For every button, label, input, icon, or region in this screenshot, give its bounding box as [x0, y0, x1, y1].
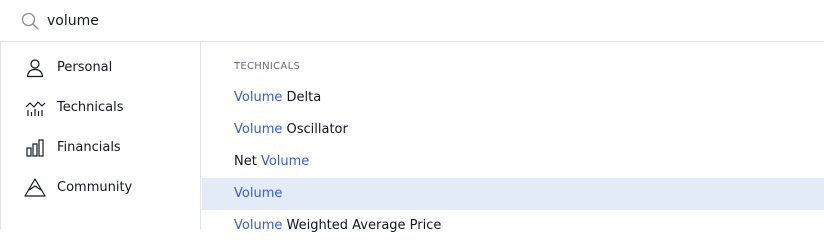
results-panel: TECHNICALS Volume Delta Volume Oscillato…	[202, 42, 824, 233]
result-match: Volume	[234, 90, 283, 105]
result-suffix: Weighted Average Price	[282, 218, 442, 233]
result-suffix: Delta	[282, 90, 322, 105]
community-icon	[24, 178, 46, 197]
bar-chart-icon	[26, 139, 44, 157]
sidebar-item-technicals[interactable]: Technicals	[1, 88, 201, 128]
result-text: Volume Weighted Average Price	[234, 217, 441, 235]
technicals-chart-icon	[25, 101, 46, 116]
result-text: Volume Oscillator	[234, 121, 348, 139]
result-text: Volume Delta	[234, 89, 321, 107]
result-item-selected[interactable]: Volume	[202, 178, 824, 210]
search-icon	[21, 12, 39, 30]
sidebar-item-label: Technicals	[57, 100, 124, 115]
sidebar-item-label: Financials	[57, 140, 121, 155]
sidebar-item-financials[interactable]: Financials	[1, 128, 201, 168]
section-title: TECHNICALS	[234, 61, 301, 72]
sidebar: Personal Technicals Financials Community	[0, 42, 201, 229]
result-item[interactable]: Net Volume	[202, 146, 824, 178]
result-match: Volume	[234, 122, 283, 137]
sidebar-item-label: Personal	[57, 60, 113, 75]
person-icon	[26, 59, 44, 78]
result-suffix: Oscillator	[282, 122, 348, 137]
result-item[interactable]: Volume Oscillator	[202, 114, 824, 146]
search-bar	[0, 0, 824, 42]
sidebar-item-label: Community	[57, 180, 133, 195]
result-item[interactable]: Volume Delta	[202, 82, 824, 114]
result-text: Net Volume	[234, 153, 309, 171]
result-text: Volume	[234, 185, 282, 203]
result-match: Volume	[234, 186, 283, 201]
sidebar-item-community[interactable]: Community	[1, 168, 201, 208]
sidebar-item-personal[interactable]: Personal	[1, 48, 201, 88]
result-prefix: Net	[234, 154, 261, 169]
result-item[interactable]: Volume Weighted Average Price	[202, 210, 824, 242]
search-input[interactable]	[45, 9, 349, 33]
result-match: Volume	[260, 154, 310, 169]
result-match: Volume	[234, 218, 283, 233]
